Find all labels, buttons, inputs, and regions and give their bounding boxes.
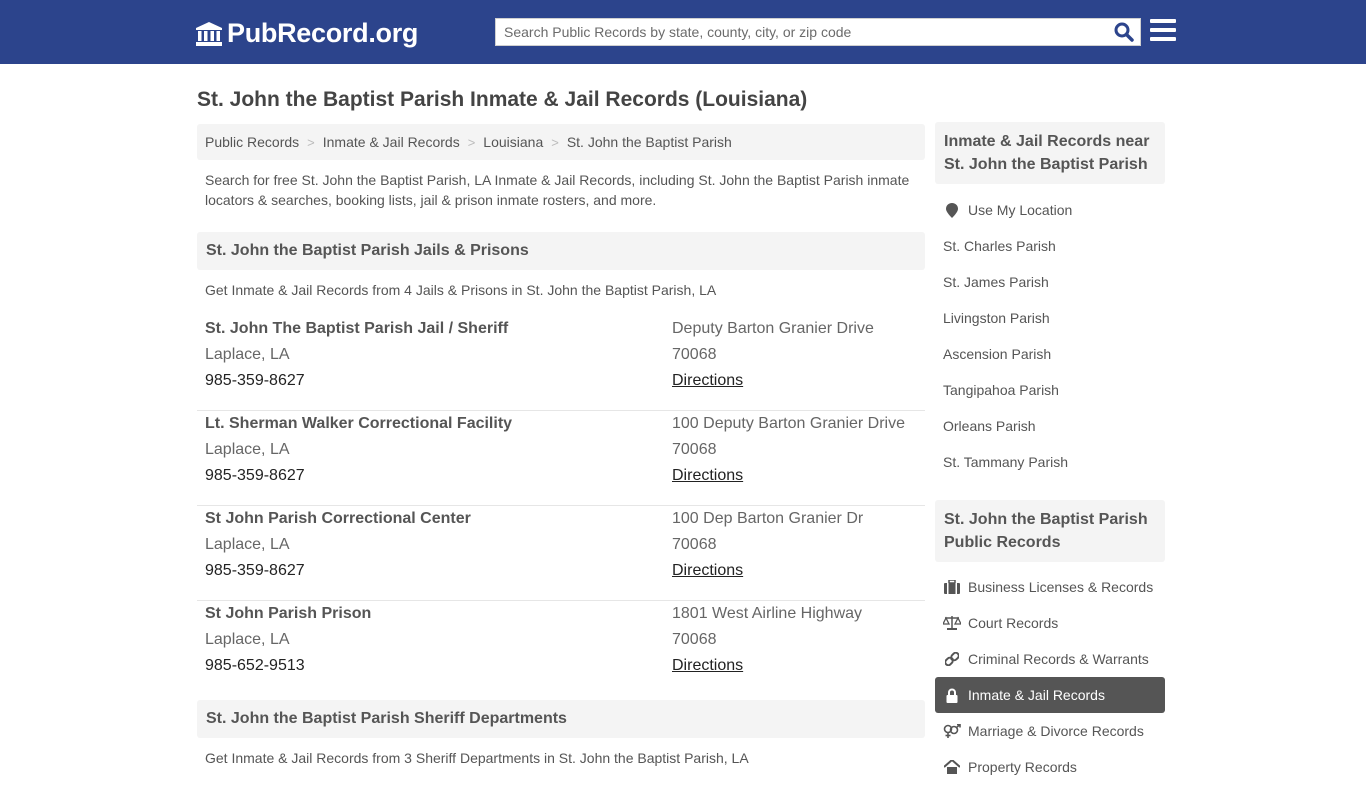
sheriff-section-title: St. John the Baptist Parish Sheriff Depa… [197,700,925,738]
site-logo[interactable]: PubRecord.org [195,18,418,49]
breadcrumb-current: St. John the Baptist Parish [566,134,732,150]
facility-address: 1801 West Airline Highway [672,605,863,622]
facility-name: St. John The Baptist Parish Jail / Sheri… [205,320,509,337]
jails-section-subtitle: Get Inmate & Jail Records from 4 Jails &… [205,282,717,298]
nearby-link-st-charles[interactable]: St. Charles Parish [935,228,1165,264]
sidebar-item-property-records[interactable]: Property Records [935,749,1165,785]
breadcrumb: Public Records > Inmate & Jail Records >… [197,124,925,160]
search-box [495,18,1141,46]
nearby-link-ascension[interactable]: Ascension Parish [935,336,1165,372]
breadcrumb-inmate-jail-records[interactable]: Inmate & Jail Records [323,134,460,150]
sidebar-item-business-licenses[interactable]: Business Licenses & Records [935,569,1165,605]
courthouse-icon [196,21,222,46]
nearby-link-livingston[interactable]: Livingston Parish [935,300,1165,336]
page-title: St. John the Baptist Parish Inmate & Jai… [197,88,808,111]
facility-row: St. John The Baptist Parish Jail / Sheri… [197,316,925,411]
facility-address: Deputy Barton Granier Drive [672,320,874,337]
facility-city: Laplace, LA [205,631,290,648]
search-icon [1114,22,1134,42]
facility-city: Laplace, LA [205,441,290,458]
nearby-records-title: Inmate & Jail Records near St. John the … [935,122,1165,184]
menu-bar [1150,19,1176,23]
nearby-link-tangipahoa[interactable]: Tangipahoa Parish [935,372,1165,408]
sidebar-item-label: Court Records [968,615,1059,631]
sidebar-item-marriage-divorce[interactable]: Marriage & Divorce Records [935,713,1165,749]
menu-bar [1150,37,1176,41]
directions-link[interactable]: Directions [672,368,743,394]
sidebar-item-label: Marriage & Divorce Records [968,723,1144,739]
sidebar-item-label: Criminal Records & Warrants [968,651,1149,667]
search-input[interactable] [496,19,1106,45]
directions-link[interactable]: Directions [672,463,743,489]
facility-name: St John Parish Correctional Center [205,510,471,527]
hamburger-menu-button[interactable] [1150,19,1176,43]
lock-icon [943,687,961,703]
facility-row: St John Parish Correctional Center Lapla… [197,506,925,601]
facility-zip: 70068 [672,631,717,648]
use-my-location-link[interactable]: Use My Location [935,192,1165,228]
facility-city: Laplace, LA [205,536,290,553]
facility-phone[interactable]: 985-652-9513 [205,653,371,679]
sheriff-section-subtitle: Get Inmate & Jail Records from 3 Sheriff… [205,750,749,766]
facility-row: Lt. Sherman Walker Correctional Facility… [197,411,925,506]
scale-icon [943,615,961,631]
sidebar-item-label: Business Licenses & Records [968,579,1154,595]
sidebar-item-inmate-jail-records[interactable]: Inmate & Jail Records [935,677,1165,713]
facility-address: 100 Deputy Barton Granier Drive [672,415,905,432]
parish-public-records-title: St. John the Baptist Parish Public Recor… [935,500,1165,562]
facility-address: 100 Dep Barton Granier Dr [672,510,864,527]
search-button[interactable] [1112,21,1136,43]
logo-text: PubRecord.org [227,18,419,48]
directions-link[interactable]: Directions [672,558,743,584]
facility-city: Laplace, LA [205,346,290,363]
sidebar-item-court-records[interactable]: Court Records [935,605,1165,641]
venus-mars-icon [943,723,961,739]
menu-bar [1150,28,1176,32]
map-marker-icon [943,202,961,218]
facility-phone[interactable]: 985-359-8627 [205,368,508,394]
nearby-link-st-tammany[interactable]: St. Tammany Parish [935,444,1165,480]
link-icon [943,651,961,667]
use-my-location-label: Use My Location [968,202,1073,218]
facility-name: Lt. Sherman Walker Correctional Facility [205,415,513,432]
intro-text: Search for free St. John the Baptist Par… [205,172,910,208]
top-navbar: PubRecord.org [0,0,1366,64]
sidebar-item-label: Inmate & Jail Records [968,687,1105,703]
breadcrumb-separator: > [307,134,315,150]
breadcrumb-separator: > [551,134,559,150]
facility-zip: 70068 [672,441,717,458]
sidebar-item-label: Property Records [968,759,1077,775]
breadcrumb-public-records[interactable]: Public Records [205,134,299,150]
facility-row: St John Parish Prison Laplace, LA 985-65… [197,601,925,696]
breadcrumb-separator: > [467,134,476,150]
directions-link[interactable]: Directions [672,653,743,679]
nearby-link-st-james[interactable]: St. James Parish [935,264,1165,300]
nearby-link-orleans[interactable]: Orleans Parish [935,408,1165,444]
facility-phone[interactable]: 985-359-8627 [205,463,512,489]
sidebar-item-criminal-records[interactable]: Criminal Records & Warrants [935,641,1165,677]
facility-phone[interactable]: 985-359-8627 [205,558,471,584]
jails-section-title: St. John the Baptist Parish Jails & Pris… [197,232,925,270]
briefcase-icon [943,579,961,595]
facility-name: St John Parish Prison [205,605,372,622]
home-icon [943,759,961,775]
breadcrumb-louisiana[interactable]: Louisiana [483,134,543,150]
facility-zip: 70068 [672,346,717,363]
facility-zip: 70068 [672,536,717,553]
